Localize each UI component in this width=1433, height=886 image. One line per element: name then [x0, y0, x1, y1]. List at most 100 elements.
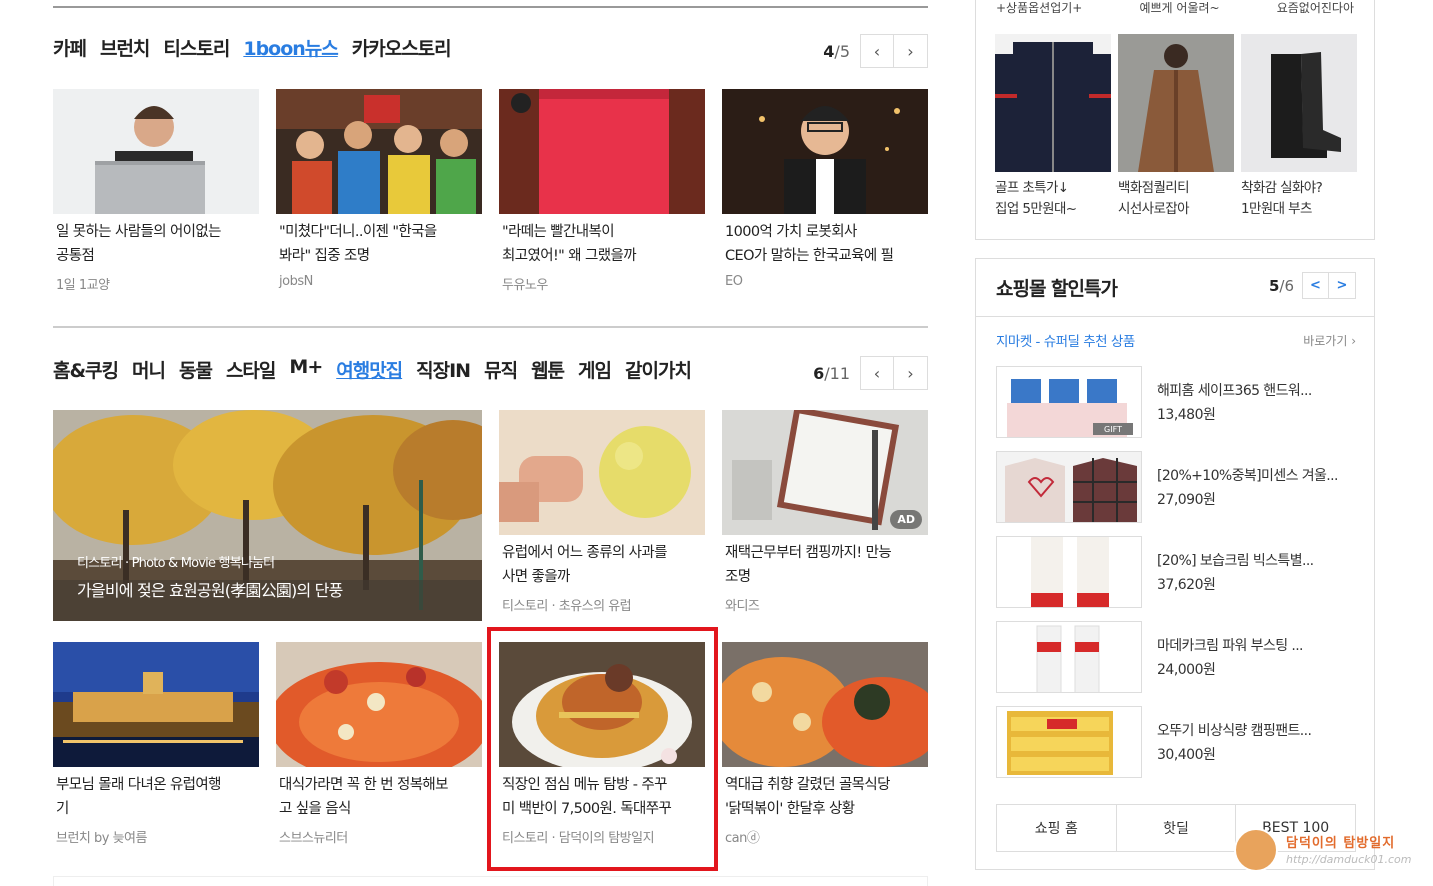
tab-webtoon[interactable]: 웹툰	[531, 356, 565, 383]
card-source: canⓓ	[725, 831, 760, 846]
section1-header: 카페 브런치 티스토리 1boon뉴스 카카오스토리 4/5 ‹ ›	[53, 34, 928, 68]
tab-game[interactable]: 게임	[578, 356, 612, 383]
chevron-left-icon: ‹	[873, 41, 881, 61]
shopping-subtitle[interactable]: 지마켓 - 슈퍼딜 추천 상품	[996, 330, 1135, 350]
product-price: 37,620원	[1157, 577, 1216, 593]
card-source: 티스토리 · 초유스의 유럽	[502, 599, 632, 614]
hotdeal-link[interactable]: 핫딜	[1117, 805, 1237, 851]
card-source: 스브스뉴리터	[279, 831, 348, 846]
shop-item[interactable]: GIFT 해피홈 세이프365 핸드워... 13,480원	[996, 366, 1356, 438]
tab-brunch[interactable]: 브런치	[100, 34, 150, 61]
fashion-item-text: 착화감 실화야? 1만원대 부츠	[1241, 180, 1323, 217]
tab-together[interactable]: 같이가치	[625, 356, 692, 383]
divider	[976, 316, 1374, 317]
section2-header: 홈&쿠킹 머니 동물 스타일 M+ 여행맛집 직장IN 뮤직 웹툰 게임 같이가…	[53, 356, 928, 390]
news-card[interactable]: "라떼는 빨간내복이 최고였어!" 왜 그랬을까 두유노우	[499, 89, 705, 293]
avatar	[1234, 828, 1278, 872]
next-section-edge	[53, 876, 928, 886]
prev-button[interactable]: ‹	[860, 356, 894, 390]
news-card[interactable]: 유럽에서 어느 종류의 사과를 사면 좋을까 티스토리 · 초유스의 유럽	[499, 410, 705, 614]
go-link[interactable]: 바로가기 ›	[1303, 332, 1356, 349]
shop-item[interactable]: [20%] 보습크림 빅스특별... 37,620원	[996, 536, 1356, 608]
divider	[53, 326, 928, 328]
fashion-item-text: 골프 초특가↓ 집업 5만원대~	[995, 180, 1077, 217]
thumbnail-image	[499, 410, 705, 535]
card-source: EO	[725, 274, 743, 289]
shop-item[interactable]: [20%+10%중복]미센스 겨울... 27,090원	[996, 451, 1356, 523]
tab-office[interactable]: 직장IN	[416, 356, 471, 383]
tab-travel-food[interactable]: 여행맛집	[336, 356, 403, 383]
thumbnail-image	[499, 89, 705, 214]
product-image	[996, 706, 1142, 778]
card-title: "라떼는 빨간내복이 최고였어!" 왜 그랬을까	[502, 224, 637, 264]
tab-music[interactable]: 뮤직	[484, 356, 518, 383]
fashion-item[interactable]: 골프 초특가↓ 집업 5만원대~	[995, 34, 1111, 220]
product-price: 30,400원	[1157, 747, 1216, 763]
svg-text:GIFT: GIFT	[1104, 425, 1122, 434]
thumbnail-image	[722, 89, 928, 214]
news-card[interactable]: 일 못하는 사람들의 어이없는 공통점 1일 1교양	[53, 89, 259, 293]
thumbnail-image	[276, 89, 482, 214]
news-card[interactable]: 역대급 취향 갈렸던 골목식당 '닭떡볶이' 한달후 상황 canⓓ	[722, 642, 928, 846]
card-source: 브런치 by 늦여름	[56, 831, 147, 846]
thumbnail-image: AD	[722, 410, 928, 535]
product-image	[995, 34, 1111, 172]
product-name: [20%] 보습크림 빅스특별...	[1157, 553, 1314, 569]
product-price: 27,090원	[1157, 492, 1216, 508]
card-title: 1000억 가치 로봇회사 CEO가 말하는 한국교육에 필	[725, 224, 894, 264]
watermark-url: http://damduck01.com	[1286, 853, 1412, 866]
section2-pager: 6/11 ‹ ›	[813, 356, 928, 390]
tab-cafe[interactable]: 카페	[53, 34, 87, 61]
shop-item[interactable]: 마데카크림 파워 부스팅 ... 24,000원	[996, 621, 1356, 693]
page-indicator: 5/6	[1268, 276, 1294, 295]
shopping-title: 쇼핑몰 할인특가	[996, 278, 1118, 300]
card-title: 대식가라면 꼭 한 번 정복해보 고 싶을 음식	[279, 777, 449, 817]
divider	[53, 6, 928, 8]
tab-1boon[interactable]: 1boon뉴스	[243, 34, 338, 61]
card-source: 1일 1교양	[56, 278, 110, 293]
product-image	[996, 451, 1142, 523]
news-card[interactable]: AD 재택근무부터 캠핑까지! 만능 조명 와디즈	[722, 410, 928, 614]
news-card[interactable]: 대식가라면 꼭 한 번 정복해보 고 싶을 음식 스브스뉴리터	[276, 642, 482, 846]
featured-card[interactable]: 티스토리 · Photo & Movie 행복나눔터 가을비에 젖은 효원공원(…	[53, 410, 482, 621]
fashion-item[interactable]: 백화점퀄리티 시선사로잡아	[1118, 34, 1234, 220]
prev-button[interactable]: <	[1302, 272, 1329, 299]
product-image	[1241, 34, 1357, 172]
chevron-right-icon: >	[1336, 278, 1348, 293]
thumbnail-image	[53, 89, 259, 214]
next-button[interactable]: ›	[894, 356, 928, 390]
fashion-box: +상품옵션업기+ 예쁘게 어울려~ 요즘없어진다아 골프 초특가↓ 집업 5만원대…	[975, 0, 1375, 240]
product-price: 13,480원	[1157, 407, 1216, 423]
shop-item[interactable]: 오뚜기 비상식량 캠핑팬트... 30,400원	[996, 706, 1356, 778]
news-card[interactable]: 부모님 몰래 다녀온 유럽여행 기 브런치 by 늦여름	[53, 642, 259, 846]
product-name: 마데카크림 파워 부스팅 ...	[1157, 638, 1304, 654]
thumbnail-image	[722, 642, 928, 767]
blog-watermark: 담덕이의 탐방일지 http://damduck01.com	[1232, 826, 1422, 880]
tab-money[interactable]: 머니	[132, 356, 166, 383]
shopping-box: 쇼핑몰 할인특가 5/6 < > 지마켓 - 슈퍼딜 추천 상품 바로가기 › …	[975, 258, 1375, 870]
news-card[interactable]: "미쳤다"더니..이젠 "한국을 봐라" 집중 조명 jobsN	[276, 89, 482, 289]
tab-mplus[interactable]: M+	[289, 356, 323, 383]
tab-style[interactable]: 스타일	[226, 356, 276, 383]
next-button[interactable]: ›	[894, 34, 928, 68]
shopping-home-link[interactable]: 쇼핑 홈	[997, 805, 1117, 851]
prev-button[interactable]: ‹	[860, 34, 894, 68]
tab-animal[interactable]: 동물	[179, 356, 213, 383]
news-card[interactable]: 1000억 가치 로봇회사 CEO가 말하는 한국교육에 필 EO	[722, 89, 928, 289]
card-title: 부모님 몰래 다녀온 유럽여행 기	[56, 777, 222, 817]
thumbnail-image	[276, 642, 482, 767]
fashion-item[interactable]: 착화감 실화야? 1만원대 부츠	[1241, 34, 1357, 220]
shopping-pager: 5/6 < >	[1269, 272, 1356, 299]
section1-tabs: 카페 브런치 티스토리 1boon뉴스 카카오스토리	[53, 34, 452, 61]
tab-tistory[interactable]: 티스토리	[163, 34, 230, 61]
tab-kakaostory[interactable]: 카카오스토리	[352, 34, 452, 61]
fashion-captions: +상품옵션업기+ 예쁘게 어울려~ 요즘없어진다아	[996, 1, 1354, 15]
thumbnail-image	[53, 642, 259, 767]
next-button[interactable]: >	[1329, 272, 1356, 299]
product-price: 24,000원	[1157, 662, 1216, 678]
tab-home-cooking[interactable]: 홈&쿠킹	[53, 356, 119, 383]
section1-pager: 4/5 ‹ ›	[823, 34, 928, 68]
featured-caption: 티스토리 · Photo & Movie 행복나눔터 가을비에 젖은 효원공원(…	[77, 552, 343, 601]
card-title: 유럽에서 어느 종류의 사과를 사면 좋을까	[502, 545, 668, 585]
card-title: 재택근무부터 캠핑까지! 만능 조명	[725, 545, 892, 585]
